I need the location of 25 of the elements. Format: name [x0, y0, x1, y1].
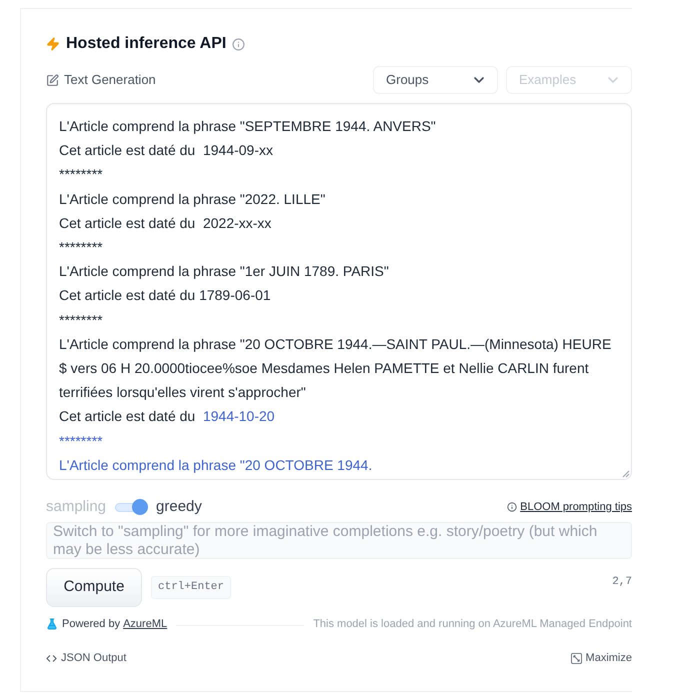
widget-title: Hosted inference API [66, 34, 226, 54]
dropdown[interactable]: Groups [373, 66, 498, 94]
azureml-link[interactable]: AzureML [123, 616, 168, 632]
resize-handle-icon[interactable] [622, 470, 630, 478]
code-icon [46, 652, 57, 664]
tips-link[interactable]: BLOOM prompting tips [520, 498, 632, 516]
hint-box: Switch to "sampling" for more imaginative completions e.g. story/poetry (but which may be less accurate) [46, 522, 632, 559]
sampling-label: sampling [46, 496, 106, 517]
expand-icon [570, 652, 582, 664]
compute-button[interactable]: Compute [46, 568, 142, 607]
json-output-button[interactable]: JSON Output [46, 650, 126, 666]
info-icon[interactable] [232, 38, 246, 50]
task-label: Text Generation [64, 71, 156, 90]
flask-icon [46, 618, 58, 630]
maximize-button[interactable]: Maximize [570, 650, 632, 666]
toggle-switch[interactable] [114, 499, 148, 515]
prompt-textarea[interactable]: L'Article comprend la phrase "SEPTEMBRE 1944. ANVERS" Cet article est daté du 1944-09-xx ******** L'Article comprend la phrase "2022. LILLE" Cet article est daté du 2022-xx-xx ******** L'Article comprend la phrase "1er JUIN 1789. PARIS" Cet article est daté du 1789-06-01 ******** L'Article comprend la phrase "20 OCTOBRE 1944.—SAINT PAUL.—(Minnesota) HEURE $ vers 06 H 20.0000tiocee%soe Mesdames Helen PAMETTE et Nellie CARLIN furent terrifiées lorsqu'elles virent s'approcher" Cet article est daté du 1944-10-20 ******** L'Article comprend la phrase "20 OCTOBRE 1944. [46, 103, 632, 480]
endpoint-note: This model is loaded and running on AzureML Managed Endpoint [313, 616, 632, 632]
info-icon [507, 502, 518, 512]
pen-square-icon [46, 74, 59, 86]
lightning-icon [46, 37, 60, 51]
powered-by-label: Powered by [62, 616, 120, 632]
greedy-label: greedy [156, 496, 202, 517]
keyboard-shortcut: ctrl+Enter [151, 576, 232, 599]
cursor-position: 2,7 [612, 575, 632, 590]
